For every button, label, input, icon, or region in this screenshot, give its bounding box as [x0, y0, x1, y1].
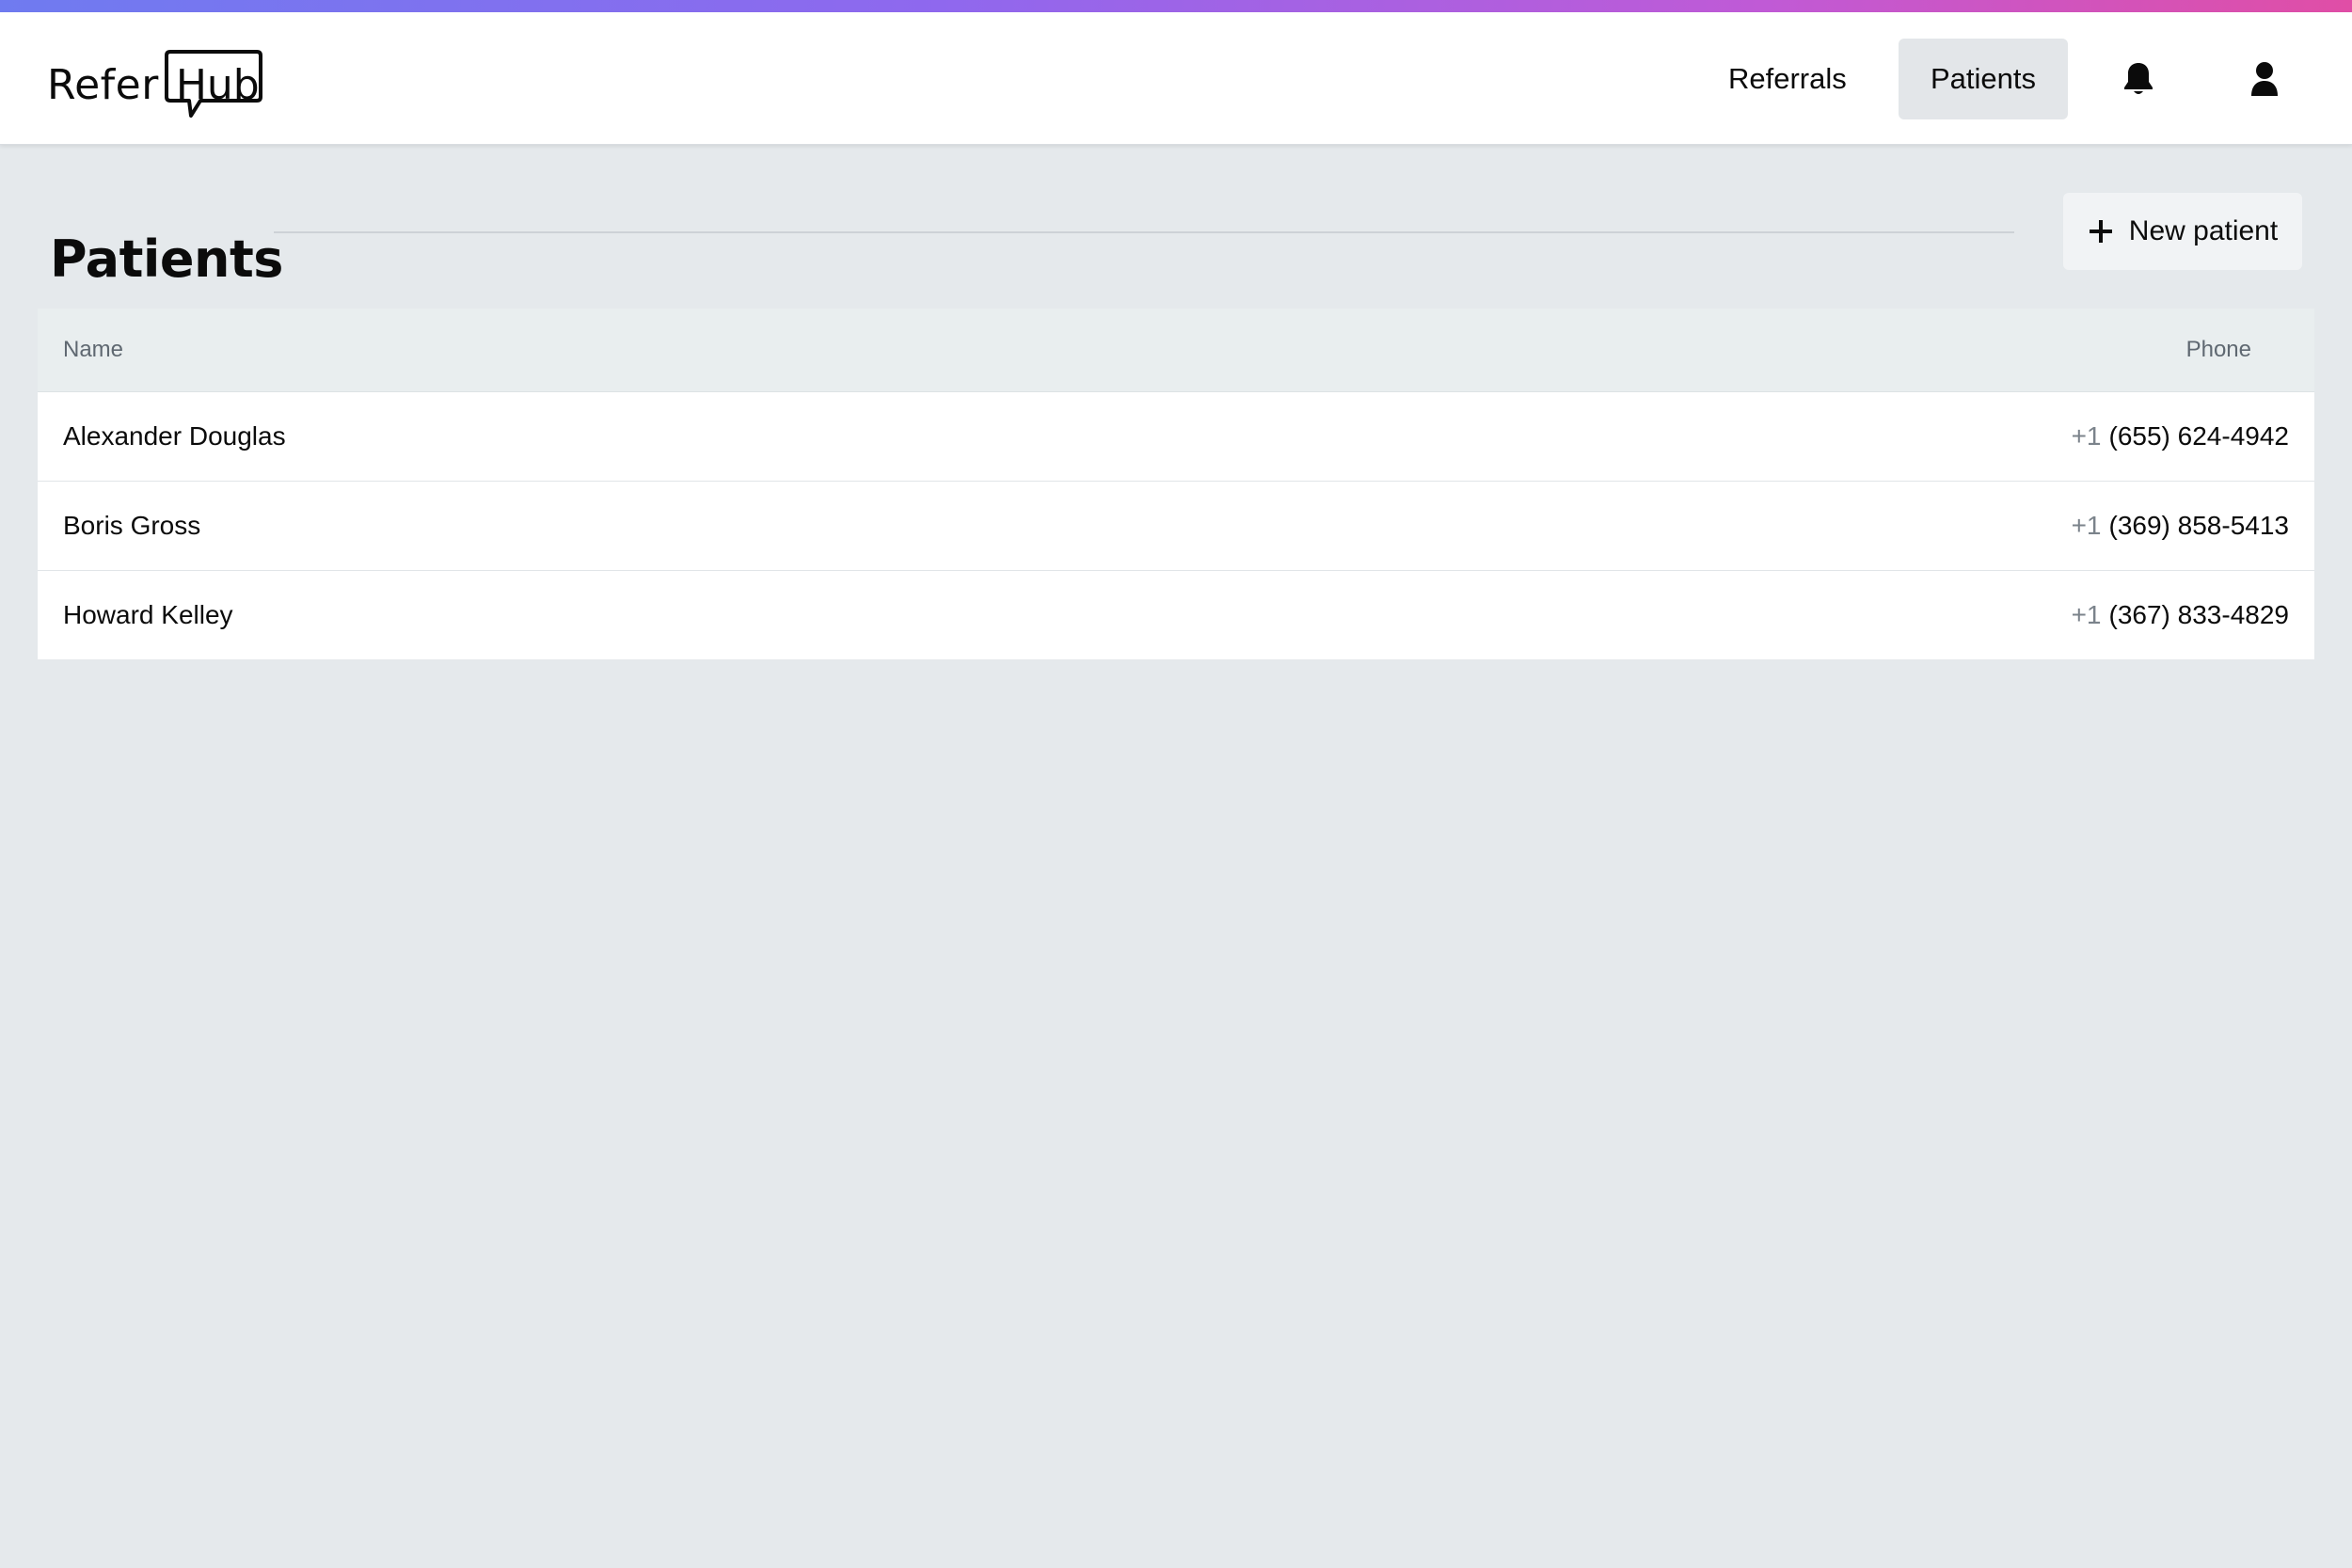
nav-patients[interactable]: Patients [1899, 39, 2069, 119]
title-divider [274, 231, 2014, 233]
table-row[interactable]: Boris Gross +1 (369) 858-5413 [38, 482, 2314, 571]
page-title: Patients [50, 230, 283, 290]
nav-referrals[interactable]: Referrals [1696, 39, 1879, 119]
phone-number: (367) 833-4829 [2108, 600, 2289, 629]
column-header-name[interactable]: Name [63, 309, 123, 391]
brand-gradient-bar [0, 0, 2352, 12]
patients-table: Name Phone Alexander Douglas +1 (655) 624… [38, 309, 2314, 659]
country-code: +1 [2071, 421, 2102, 451]
logo-speech-bubble: Hub [163, 48, 264, 127]
top-navbar: Refer Hub Referrals Patients [0, 12, 2352, 145]
patient-phone: +1 (367) 833-4829 [2072, 571, 2289, 659]
logo-text-refer: Refer [47, 61, 159, 109]
country-code: +1 [2071, 600, 2102, 629]
patient-phone: +1 (369) 858-5413 [2072, 482, 2289, 570]
column-header-phone[interactable]: Phone [2186, 309, 2251, 391]
bell-icon[interactable] [2115, 55, 2162, 103]
country-code: +1 [2071, 511, 2102, 540]
user-icon[interactable] [2241, 55, 2288, 103]
referhub-logo[interactable]: Refer Hub [47, 48, 264, 123]
phone-number: (655) 624-4942 [2108, 421, 2289, 451]
logo-text-hub: Hub [175, 61, 260, 109]
table-row[interactable]: Howard Kelley +1 (367) 833-4829 [38, 571, 2314, 659]
patient-phone: +1 (655) 624-4942 [2072, 392, 2289, 481]
patient-name[interactable]: Howard Kelley [63, 571, 233, 659]
page-header: Patients New patient [50, 193, 2303, 285]
new-patient-button[interactable]: New patient [2063, 193, 2302, 270]
new-patient-label: New patient [2128, 215, 2279, 246]
table-row[interactable]: Alexander Douglas +1 (655) 624-4942 [38, 392, 2314, 482]
patient-name[interactable]: Boris Gross [63, 482, 200, 570]
plus-icon [2088, 218, 2114, 245]
phone-number: (369) 858-5413 [2108, 511, 2289, 540]
table-header: Name Phone [38, 309, 2314, 392]
patient-name[interactable]: Alexander Douglas [63, 392, 286, 481]
